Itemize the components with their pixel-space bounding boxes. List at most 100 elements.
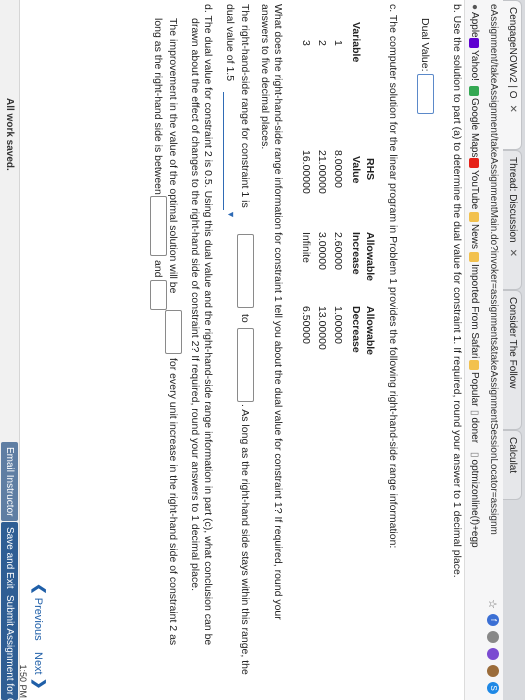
bookmark-apple[interactable]: ● Apple bbox=[465, 4, 483, 38]
bookmark-label: Google Maps bbox=[469, 98, 480, 158]
tab-calculator[interactable]: Calculat bbox=[503, 430, 522, 500]
row-3-rhs: 16.00000 bbox=[300, 150, 312, 194]
bookmark-label: Imported From Safari bbox=[469, 264, 480, 359]
tab-label: Calculat bbox=[507, 437, 518, 474]
save-status: All work saved. bbox=[4, 98, 15, 171]
range-lower-input[interactable] bbox=[237, 234, 254, 308]
part-b-prompt: b. Use the solution to part (a) to deter… bbox=[451, 4, 463, 578]
close-icon[interactable]: ✕ bbox=[507, 105, 518, 113]
url-field[interactable]: eAssignment/takeAssignment/takeAssignmen… bbox=[486, 4, 500, 564]
tab-cengage[interactable]: CengageNOWv2 | O ✕ bbox=[503, 0, 522, 150]
next-button[interactable]: Next ❯ bbox=[31, 652, 48, 689]
footer: ❮ Previous Next ❯ 1:50 PM All work saved… bbox=[0, 0, 52, 700]
header-variable: Variable bbox=[350, 22, 362, 63]
apple-icon: ● bbox=[469, 4, 480, 11]
email-instructor-button[interactable]: Email Instructor bbox=[1, 442, 18, 522]
assignment-content: b. Use the solution to part (a) to deter… bbox=[52, 0, 464, 700]
folder-icon bbox=[469, 252, 479, 262]
youtube-icon bbox=[469, 158, 479, 168]
range-upper-input[interactable] bbox=[237, 328, 254, 402]
bookmark-label: optmizonline(f)+egp bbox=[469, 459, 480, 548]
part-c-prompt: c. The computer solution for the linear … bbox=[387, 4, 399, 549]
improvement-after-text: for every unit increase in the right-han… bbox=[167, 358, 179, 646]
maps-icon bbox=[469, 86, 479, 96]
bookmark-news[interactable]: News bbox=[465, 212, 483, 249]
chevron-left-icon: ❮ bbox=[32, 583, 48, 595]
bookmark-label: Yahoo! bbox=[469, 50, 480, 81]
bookmark-google-maps[interactable]: Google Maps bbox=[465, 86, 483, 157]
page-icon: ▯ bbox=[469, 410, 480, 416]
ext-purple-icon[interactable] bbox=[487, 648, 499, 660]
submit-assignment-button[interactable]: Submit Assignment for Grading bbox=[1, 590, 18, 700]
rhs-lower-input[interactable] bbox=[150, 196, 167, 256]
tab-label: CengageNOWv2 | O bbox=[507, 7, 518, 99]
chevron-down-icon[interactable]: ▼ bbox=[226, 210, 236, 219]
tab-label: Consider The Follow bbox=[507, 297, 518, 389]
row-2-inc: 3.00000 bbox=[316, 232, 328, 270]
address-bar: eAssignment/takeAssignment/takeAssignmen… bbox=[482, 0, 503, 700]
bottom-bar: All work saved. Email Instructor Save an… bbox=[0, 0, 20, 700]
chevron-right-icon: ❯ bbox=[32, 677, 48, 690]
range-sentence: The right-hand-side range for constraint… bbox=[239, 4, 251, 208]
part-d-prompt-line1: d. The dual value for constraint 2 is 0.… bbox=[202, 4, 214, 646]
row-3-var: 3 bbox=[300, 40, 312, 46]
part-c-question-line2: answers to five decimal places. bbox=[259, 4, 271, 150]
bookmark-label: News bbox=[469, 224, 480, 250]
header-inc-1: Allowable bbox=[364, 232, 376, 282]
header-dec-2: Decrease bbox=[350, 306, 362, 353]
ext-brown-icon[interactable] bbox=[487, 665, 499, 677]
star-icon[interactable]: ☆ bbox=[487, 599, 500, 609]
screen: CengageNOWv2 | O ✕ Thread: Discussion ✕ Co… bbox=[0, 0, 525, 700]
previous-label: Previous bbox=[32, 597, 44, 641]
row-1-inc: 2.60000 bbox=[332, 232, 344, 270]
range-to-label: to bbox=[239, 314, 251, 323]
bookmark-optmizonline[interactable]: ▯ optmizonline(f)+egp bbox=[465, 452, 483, 548]
bookmarks-bar: ● Apple Yahoo! Google Maps YouTube News I… bbox=[464, 0, 483, 700]
rhs-upper-input[interactable] bbox=[150, 280, 167, 310]
yahoo-icon bbox=[469, 38, 479, 48]
header-rhs-1: RHS bbox=[364, 158, 376, 181]
conclusion-dropdown[interactable] bbox=[223, 92, 224, 210]
bookmark-youtube[interactable]: YouTube bbox=[465, 158, 483, 209]
row-3-dec: 6.50000 bbox=[300, 306, 312, 344]
header-rhs-2: Value bbox=[350, 156, 362, 184]
bookmark-imported[interactable]: Imported From Safari bbox=[465, 252, 483, 358]
next-label: Next bbox=[32, 652, 44, 675]
ext-blue-s-icon[interactable]: S bbox=[487, 682, 499, 694]
bookmark-label: Popular bbox=[469, 372, 480, 407]
bookmark-label: YouTube bbox=[469, 170, 480, 210]
row-2-dec: 13.00000 bbox=[316, 306, 328, 350]
improvement-sentence: The improvement in the value of the opti… bbox=[167, 18, 179, 294]
row-1-rhs: 8.00000 bbox=[332, 150, 344, 188]
header-dec-1: Allowable bbox=[364, 306, 376, 356]
tab-consider[interactable]: Consider The Follow bbox=[503, 290, 522, 430]
and-label: and bbox=[152, 260, 164, 278]
ext-blue-icon[interactable]: f bbox=[487, 614, 499, 626]
dual-value-sentence: dual value of 1.5 bbox=[224, 4, 236, 82]
tab-bar: CengageNOWv2 | O ✕ Thread: Discussion ✕ Co… bbox=[502, 0, 525, 700]
bookmark-doner[interactable]: ▯ doner bbox=[465, 410, 483, 443]
part-d-prompt-line2: drawn about the effect of changes to the… bbox=[189, 18, 201, 591]
folder-icon bbox=[469, 212, 479, 222]
previous-button[interactable]: ❮ Previous bbox=[31, 583, 48, 641]
save-and-exit-button[interactable]: Save and Exit bbox=[1, 522, 18, 594]
improvement-input[interactable] bbox=[165, 310, 182, 354]
bookmark-popular[interactable]: Popular bbox=[465, 360, 483, 406]
folder-icon bbox=[469, 360, 479, 370]
dual-value-label: Dual Value: bbox=[419, 18, 431, 72]
part-c-question-line1: What does the right-hand-side range info… bbox=[272, 4, 284, 620]
tab-thread[interactable]: Thread: Discussion ✕ bbox=[503, 150, 522, 290]
page-icon: ▯ bbox=[469, 452, 480, 458]
dual-value-input[interactable] bbox=[417, 74, 434, 114]
close-icon[interactable]: ✕ bbox=[507, 249, 518, 257]
row-1-var: 1 bbox=[332, 40, 344, 46]
row-2-rhs: 21.00000 bbox=[316, 150, 328, 194]
extension-icons: ☆ f S bbox=[486, 599, 500, 694]
ext-gray-icon[interactable] bbox=[487, 631, 499, 643]
row-3-inc: Infinite bbox=[300, 232, 312, 263]
tab-label: Thread: Discussion bbox=[507, 157, 518, 243]
bookmark-yahoo[interactable]: Yahoo! bbox=[465, 38, 483, 81]
bookmark-label: Apple bbox=[469, 12, 480, 38]
header-inc-2: Increase bbox=[350, 232, 362, 275]
range-after-text: . As long as the right-hand side stays w… bbox=[239, 404, 251, 675]
